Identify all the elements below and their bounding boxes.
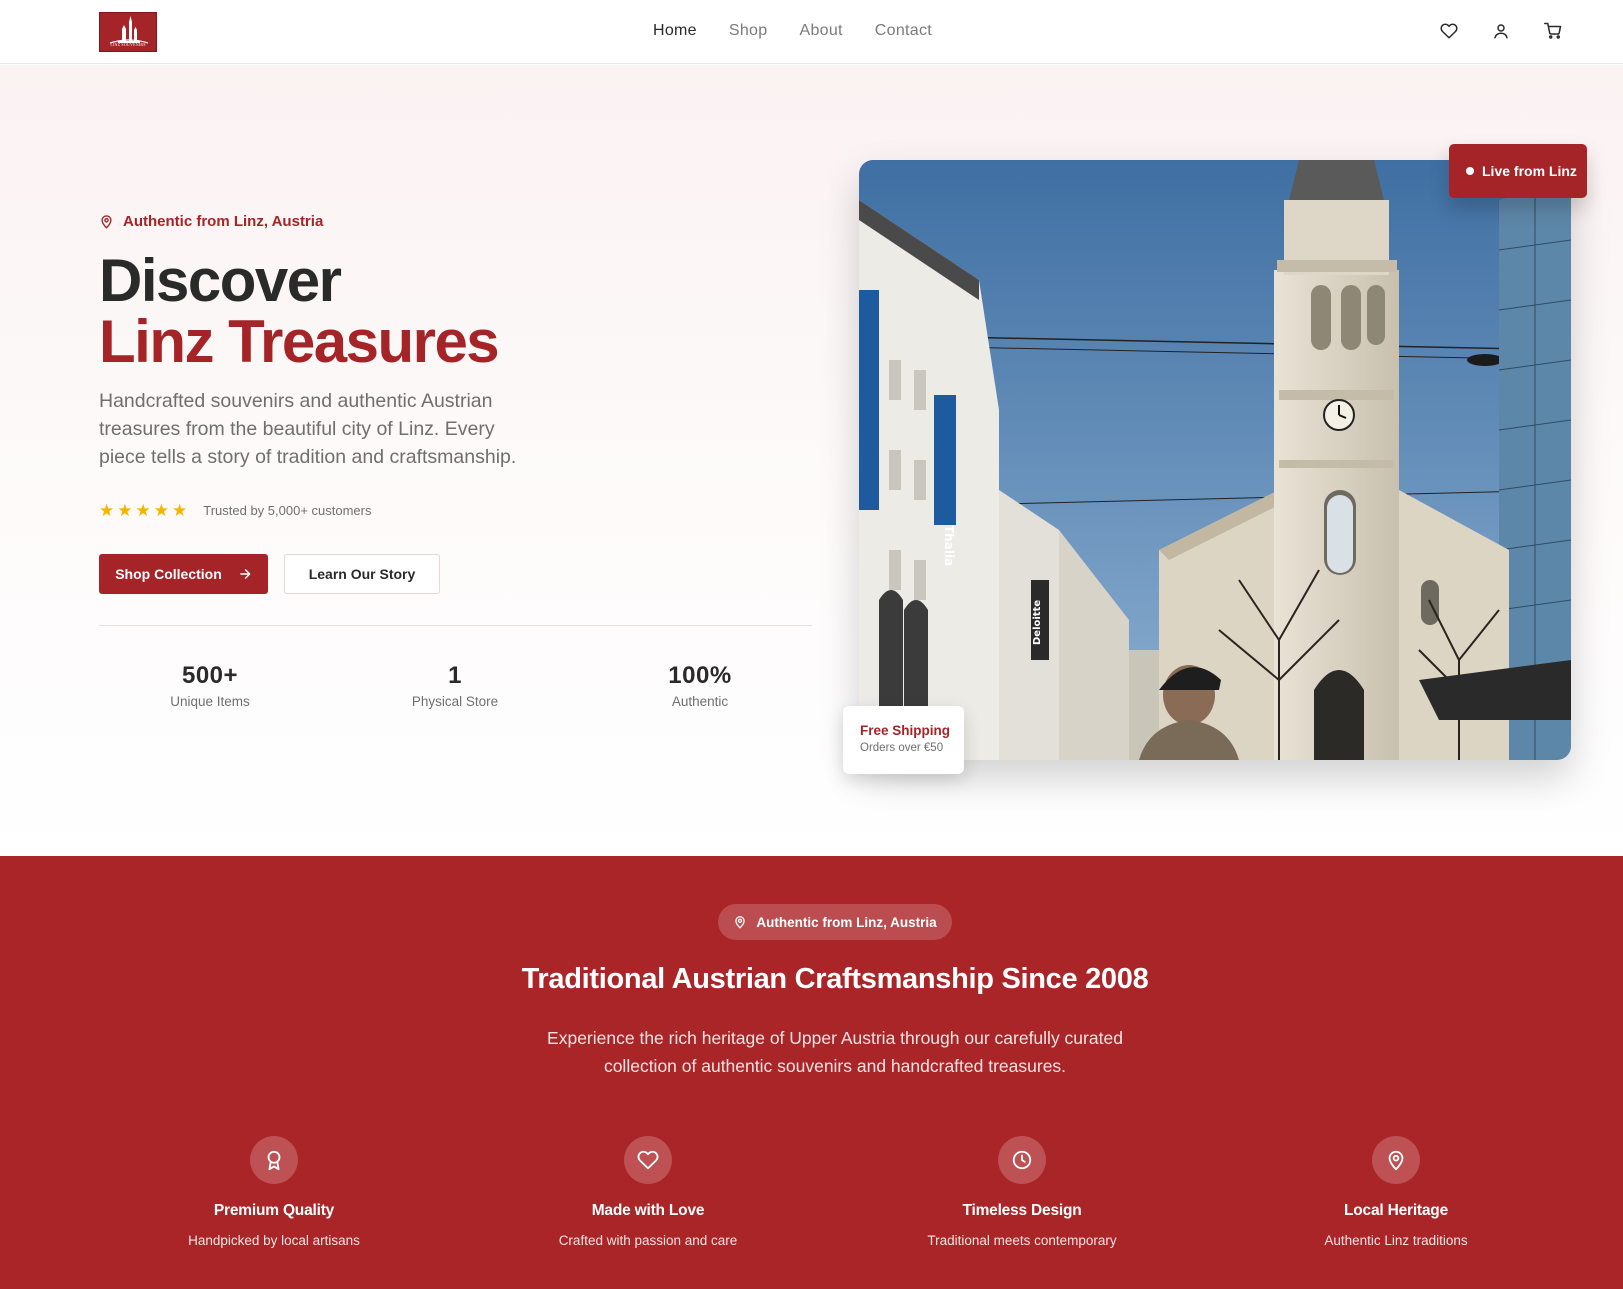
nav-actions — [1440, 22, 1562, 40]
free-shipping-card: Free Shipping Orders over €50 — [843, 706, 964, 774]
feature-text: Crafted with passion and care — [558, 1233, 738, 1248]
star-icon: ★ — [153, 501, 169, 520]
section-title: Traditional Austrian Craftsmanship Since… — [521, 963, 1149, 995]
main-menu: Home Shop About Contact — [653, 22, 932, 40]
feature-title: Timeless Design — [962, 1202, 1082, 1219]
deloitte-sign-text: Deloitte — [1032, 600, 1043, 645]
nav-link-shop[interactable]: Shop — [729, 22, 768, 40]
rating-stars: ★ ★ ★ ★ ★ — [99, 502, 187, 519]
stat-value: 500+ — [181, 662, 239, 689]
stat-physical-store: 1 Physical Store — [355, 662, 555, 709]
hero-eyebrow-text: Authentic from Linz, Austria — [123, 213, 324, 230]
nav-link-about[interactable]: About — [799, 22, 842, 40]
hero-section: Authentic from Linz, Austria Discover Li… — [0, 65, 1623, 856]
hero-lead: Handcrafted souvenirs and authentic Aust… — [99, 390, 517, 468]
star-icon: ★ — [117, 501, 133, 520]
map-pin-icon — [101, 215, 112, 229]
hero-title-line2: Linz Treasures — [99, 308, 500, 375]
map-pin-icon — [735, 916, 746, 929]
arrow-right-icon — [239, 569, 251, 579]
heart-icon[interactable] — [1440, 22, 1458, 40]
feature-title: Premium Quality — [213, 1202, 335, 1219]
rating-text: Trusted by 5,000+ customers — [203, 503, 372, 518]
shop-collection-label: Shop Collection — [115, 566, 222, 582]
star-icon: ★ — [172, 501, 188, 520]
stat-label: Physical Store — [411, 694, 499, 709]
section-subtitle: Experience the rich heritage of Upper Au… — [547, 1028, 1123, 1076]
location-pill-text: Authentic from Linz, Austria — [756, 914, 937, 930]
top-navigation: LINZ SOUVENIRS Home Shop About Contact — [0, 0, 1623, 64]
thalia-sign-text: Thalia — [942, 525, 956, 566]
craftsmanship-section: Authentic from Linz, Austria Traditional… — [0, 856, 1623, 1289]
stat-value: 100% — [668, 662, 732, 689]
feature-title: Local Heritage — [1343, 1202, 1448, 1219]
stat-authentic: 100% Authentic — [600, 662, 800, 709]
live-dot-icon — [1466, 167, 1474, 175]
feature-local-heritage: Local Heritage Authentic Linz traditions — [1266, 1136, 1526, 1248]
heart-icon — [624, 1136, 672, 1184]
feature-premium-quality: Premium Quality Handpicked by local arti… — [144, 1136, 404, 1248]
feature-title: Made with Love — [591, 1202, 705, 1219]
live-badge-label: Live from Linz — [1482, 163, 1577, 179]
star-icon: ★ — [135, 501, 151, 520]
location-pill: Authentic from Linz, Austria — [718, 904, 952, 940]
feature-timeless-design: Timeless Design Traditional meets contem… — [892, 1136, 1152, 1248]
feature-text: Handpicked by local artisans — [188, 1233, 360, 1248]
map-pin-icon — [1372, 1136, 1420, 1184]
hero-eyebrow: Authentic from Linz, Austria — [99, 213, 323, 230]
nav-link-home[interactable]: Home — [653, 22, 697, 40]
feature-made-with-love: Made with Love Crafted with passion and … — [518, 1136, 778, 1248]
stat-label: Authentic — [671, 694, 729, 709]
learn-story-button[interactable]: Learn Our Story — [284, 554, 440, 594]
feature-text: Authentic Linz traditions — [1324, 1233, 1468, 1248]
logo-text: LINZ SOUVENIRS — [110, 42, 146, 47]
star-icon: ★ — [99, 501, 115, 520]
shipping-subtitle: Orders over €50 — [860, 742, 944, 754]
award-icon — [250, 1136, 298, 1184]
stat-unique-items: 500+ Unique Items — [110, 662, 310, 709]
brand-logo[interactable]: LINZ SOUVENIRS — [99, 12, 157, 52]
nav-link-contact[interactable]: Contact — [875, 22, 932, 40]
customer-rating: ★ ★ ★ ★ ★ Trusted by 5,000+ customers — [99, 502, 372, 519]
shop-collection-button[interactable]: Shop Collection — [99, 554, 268, 594]
user-icon[interactable] — [1492, 22, 1510, 40]
church-street-illustration: Thalia Deloitte — [859, 160, 1571, 760]
stat-value: 1 — [448, 662, 462, 689]
shipping-title: Free Shipping — [860, 723, 951, 738]
stat-label: Unique Items — [170, 694, 250, 709]
cart-icon[interactable] — [1544, 22, 1562, 40]
feature-text: Traditional meets contemporary — [927, 1233, 1117, 1248]
clock-icon — [998, 1136, 1046, 1184]
hero-divider — [99, 625, 812, 626]
live-from-linz-badge: Live from Linz — [1449, 144, 1587, 198]
hero-title-line1: Discover — [99, 247, 342, 314]
hero-photo-linz-church: Thalia Deloitte — [859, 160, 1571, 760]
hero-title: Discover Linz Treasures — [99, 247, 500, 375]
